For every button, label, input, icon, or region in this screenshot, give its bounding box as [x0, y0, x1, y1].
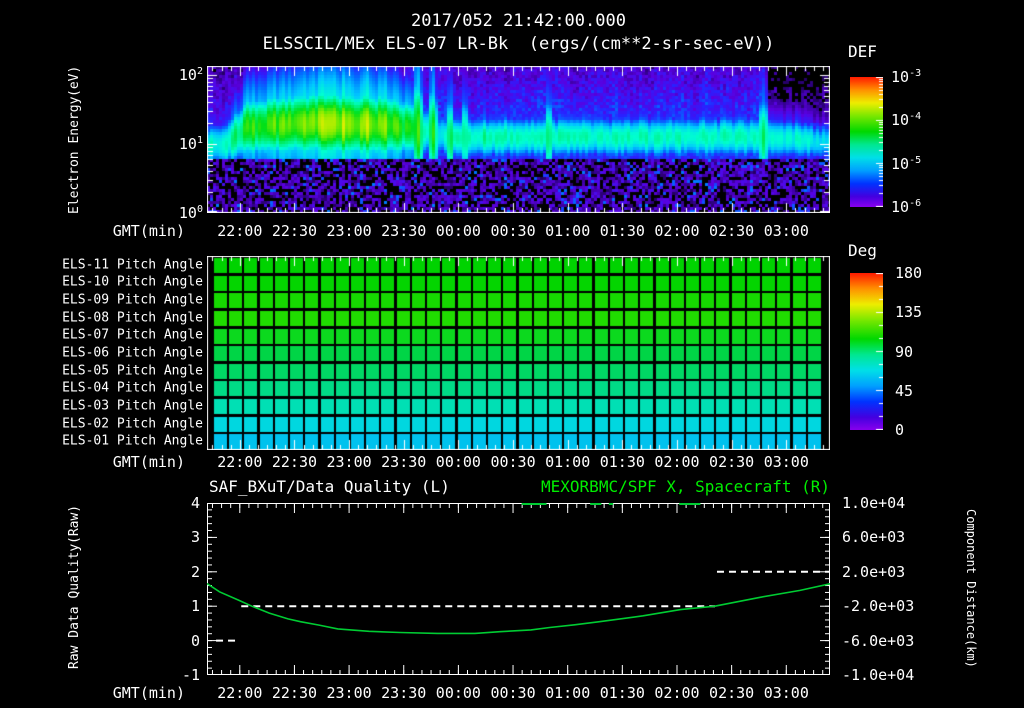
time-tick-label: 02:30: [709, 453, 755, 471]
distance-y-axis-label: Component Distance (km): [946, 483, 996, 693]
time-tick-label: 01:00: [545, 453, 591, 471]
time-tick-label: 01:00: [545, 684, 591, 702]
line-panel-border: [207, 503, 830, 675]
deg-colorbar: [850, 273, 883, 430]
cdaweb-style-plot: 2017/052 21:42:00.000 ELSSCIL/MEx ELS-07…: [0, 0, 1024, 708]
quality-axis-tick-labels: 4 3 2 1 0 -1: [150, 0, 200, 708]
time-tick-label: 23:00: [326, 222, 372, 240]
time-tick-label: 00:00: [435, 453, 481, 471]
distance-axis-tick-label: -1.0e+04: [842, 666, 915, 684]
spacecraft-x-curve: [207, 582, 830, 635]
quality-axis-tick-label: -1: [181, 666, 200, 684]
time-tick-label: 01:00: [545, 222, 591, 240]
time-tick-label: 22:00: [217, 453, 263, 471]
time-tick-label: 22:00: [217, 684, 263, 702]
quality-series-legend: SAF_BXuT/Data Quality (L): [209, 477, 450, 496]
time-tick-labels-top: 22:00 22:30 23:00 23:30 00:00 00:30 01:00 01:30…: [207, 222, 830, 240]
time-tick-label: 02:00: [654, 222, 700, 240]
time-tick-label: 03:00: [763, 684, 809, 702]
distance-y-axis-label-line2: (km): [964, 638, 978, 668]
quality-y-axis-label-line1: Raw Data Quality: [67, 543, 82, 670]
deg-colorbar-tick-label: 135: [895, 303, 923, 322]
time-tick-labels-bottom: 22:00 22:30 23:00 23:30 00:00 00:30 01:00 01:30…: [207, 684, 830, 702]
time-tick-label: 01:30: [599, 453, 645, 471]
quality-axis-tick-label: 4: [190, 494, 200, 512]
distance-y-axis-label-line1: Component Distance: [964, 508, 978, 639]
time-tick-label: 23:30: [381, 453, 427, 471]
distance-axis-tick-label: -6.0e+03: [842, 631, 915, 650]
quality-y-axis-label: Raw Data Quality (Raw): [52, 489, 98, 685]
time-tick-label: 23:30: [381, 222, 427, 240]
quality-axis-tick-label: 2: [190, 562, 200, 581]
quality-axis-tick-label: 0: [190, 631, 200, 650]
time-tick-label: 23:30: [381, 684, 427, 702]
time-tick-label: 23:00: [326, 684, 372, 702]
quality-y-axis-label-line2: (Raw): [67, 504, 82, 544]
time-tick-label: 22:00: [217, 222, 263, 240]
time-tick-label: 23:00: [326, 453, 372, 471]
time-tick-label: 02:30: [709, 222, 755, 240]
time-tick-label: 03:00: [763, 453, 809, 471]
electron-energy-spectrogram: [207, 66, 830, 213]
deg-colorbar-tick-label: 45: [895, 381, 914, 400]
time-tick-label: 02:30: [709, 684, 755, 702]
distance-axis-tick-label: -2.0e+03: [842, 597, 915, 616]
pitch-angle-heatmap: [207, 256, 830, 450]
deg-colorbar-tick-labels: 180 135 90 45 0: [895, 0, 965, 500]
time-tick-label: 01:30: [599, 684, 645, 702]
plot-timestamp-title: 2017/052 21:42:00.000: [411, 11, 626, 31]
quality-axis-tick-label: 3: [190, 528, 200, 547]
time-tick-label: 00:00: [435, 684, 481, 702]
time-tick-label: 00:30: [490, 222, 536, 240]
time-tick-label: 01:30: [599, 222, 645, 240]
spacecraft-series-legend: MEXORBMC/SPF X, Spacecraft (R): [541, 477, 830, 496]
distance-axis-tick-label: 2.0e+03: [842, 562, 906, 581]
time-tick-label: 22:30: [271, 453, 318, 471]
deg-colorbar-tick-label: 180: [895, 264, 923, 282]
time-tick-label: 22:30: [271, 684, 318, 702]
plot-instrument-title: ELSSCIL/MEx ELS-07 LR-Bk (ergs/(cm**2-sr…: [262, 34, 775, 54]
quality-axis-tick-label: 1: [190, 597, 200, 616]
time-tick-label: 02:00: [654, 684, 700, 702]
time-tick-label: 00:00: [435, 222, 481, 240]
time-tick-label: 02:00: [654, 453, 700, 471]
time-tick-label: 22:30: [271, 222, 318, 240]
def-colorbar: [850, 77, 883, 207]
time-tick-labels-middle: 22:00 22:30 23:00 23:30 00:00 00:30 01:00 01:30…: [207, 453, 830, 471]
distance-axis-tick-label: 6.0e+03: [842, 528, 906, 547]
time-tick-label: 00:30: [490, 453, 536, 471]
quality-orbit-plot: [207, 503, 830, 675]
deg-colorbar-tick-label: 90: [895, 342, 914, 361]
time-tick-label: 03:00: [763, 222, 809, 240]
deg-colorbar-tick-label: 0: [895, 421, 905, 439]
time-tick-label: 00:30: [490, 684, 536, 702]
